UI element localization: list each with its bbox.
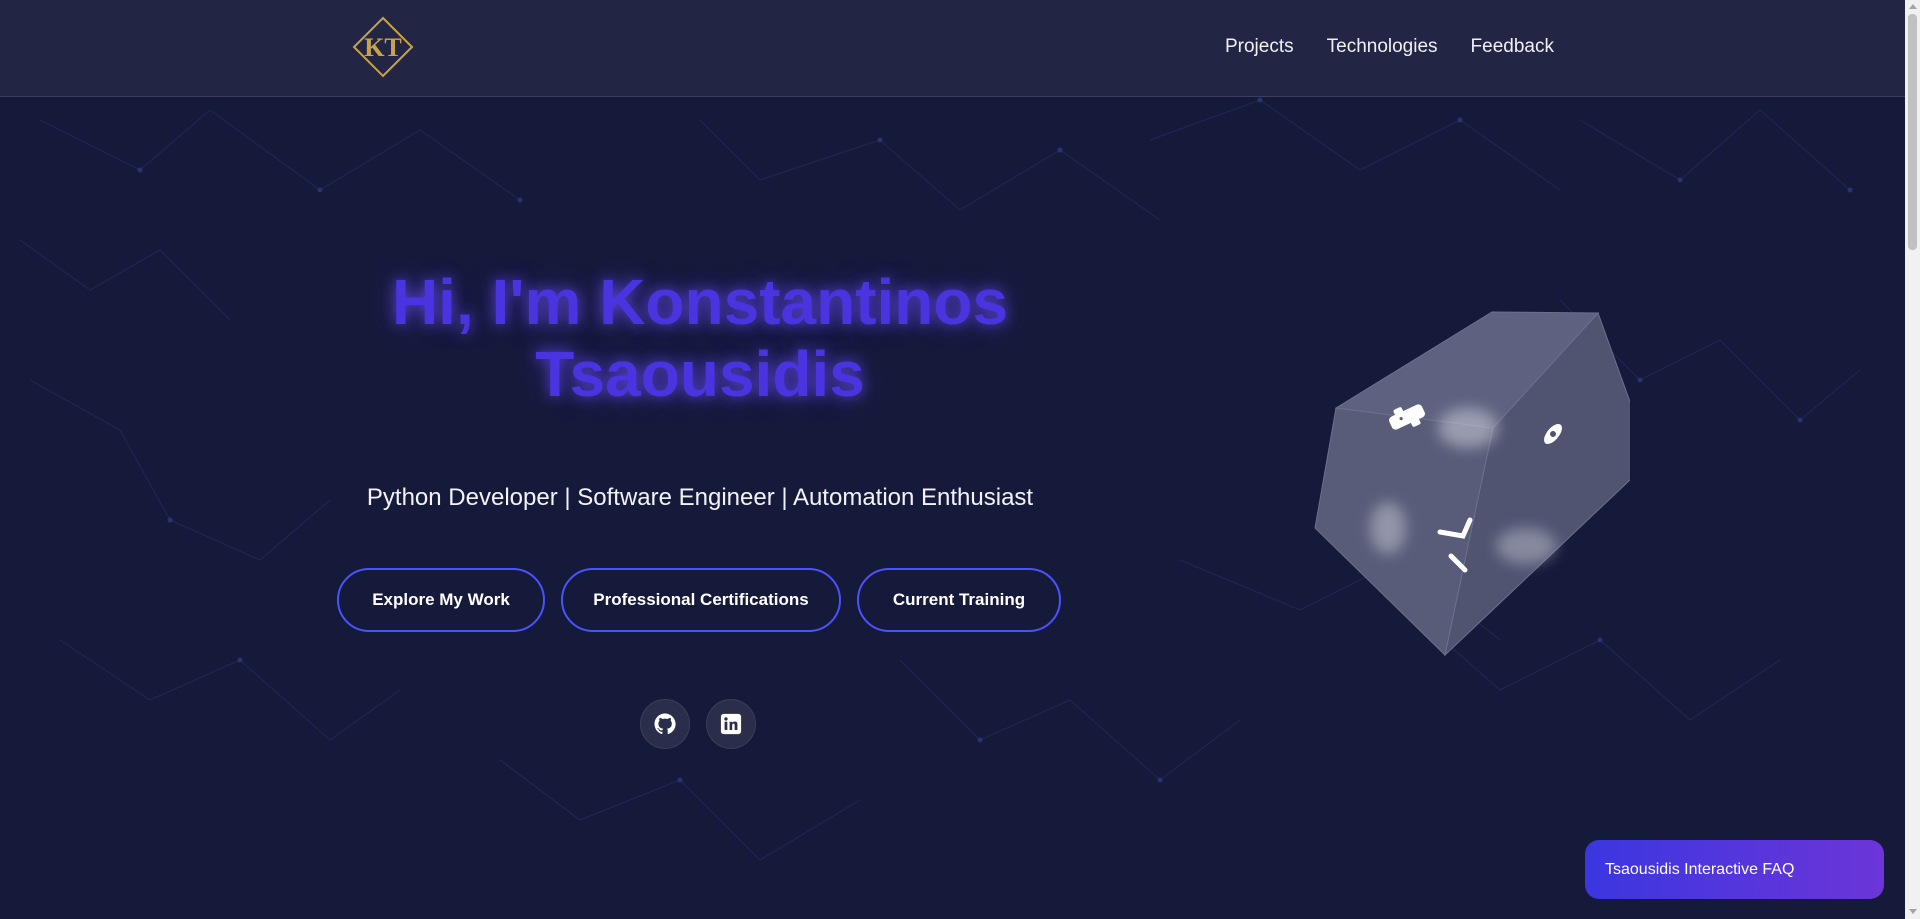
scroll-down-arrow-icon[interactable] xyxy=(1909,909,1917,914)
hero-title: Hi, I'm Konstantinos Tsaousidis xyxy=(300,266,1100,410)
scrollbar-thumb[interactable] xyxy=(1908,14,1917,250)
tech-cube xyxy=(1314,311,1630,657)
hero-title-line1: Hi, I'm Konstantinos xyxy=(391,266,1009,338)
github-link[interactable] xyxy=(640,699,690,749)
professional-certifications-button[interactable]: Professional Certifications xyxy=(561,568,841,632)
kt-logo[interactable]: KT xyxy=(352,16,414,78)
current-training-button[interactable]: Current Training xyxy=(857,568,1061,632)
nav-link-feedback[interactable]: Feedback xyxy=(1471,36,1554,58)
nav-link-technologies[interactable]: Technologies xyxy=(1327,36,1438,58)
explore-my-work-button[interactable]: Explore My Work xyxy=(337,568,545,632)
top-navbar: KT Projects Technologies Feedback xyxy=(0,0,1905,97)
linkedin-icon xyxy=(720,713,742,735)
hero-title-line2: Tsaousidis xyxy=(535,338,865,410)
hero-subtitle: Python Developer | Software Engineer | A… xyxy=(366,484,1034,511)
interactive-faq-button[interactable]: Tsaousidis Interactive FAQ xyxy=(1585,840,1884,899)
nav-link-projects[interactable]: Projects xyxy=(1225,36,1294,58)
page-scrollbar[interactable] xyxy=(1905,0,1920,919)
nav-links: Projects Technologies Feedback xyxy=(1225,36,1554,58)
github-icon xyxy=(654,713,676,735)
scroll-up-arrow-icon[interactable] xyxy=(1909,4,1917,9)
linkedin-link[interactable] xyxy=(706,699,756,749)
hero-buttons: Explore My Work Professional Certificati… xyxy=(337,568,1061,632)
social-links xyxy=(640,699,756,749)
logo-text: KT xyxy=(364,33,402,62)
